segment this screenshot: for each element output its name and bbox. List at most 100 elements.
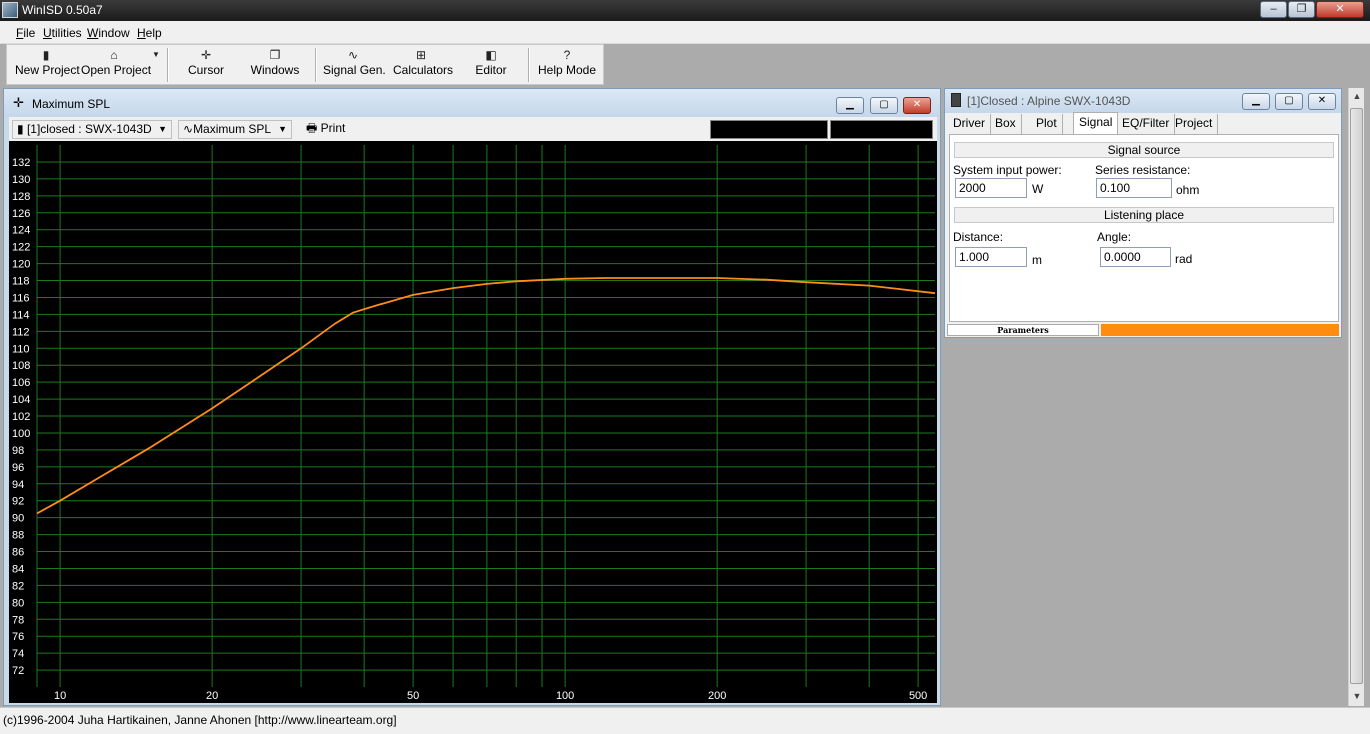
chart-window-titlebar: ✛ Maximum SPL ▁ ▢ ✕ [4,89,940,117]
minimize-button[interactable]: – [1260,1,1287,18]
y-tick-label: 98 [12,445,24,457]
y-tick-label: 100 [12,428,30,440]
restore-button[interactable]: ❐ [1288,1,1315,18]
copyright-text: (c)1996-2004 Juha Hartikainen, Janne Aho… [3,713,397,727]
y-tick-label: 88 [12,530,24,542]
props-close-button[interactable]: ✕ [1308,93,1336,110]
toolbar: ▮ New Project ⌂ Open Project ▼ ✛ Cursor … [6,44,604,85]
resistance-input[interactable]: 0.100 [1096,178,1172,198]
y-tick-label: 126 [12,208,30,220]
y-tick-label: 82 [12,580,24,592]
spl-chart[interactable]: 72 74 76 78 80 82 84 86 88 90 92 94 96 98 100 102 104 106… [9,141,937,703]
new-project-button[interactable]: ▮ New Project [15,47,80,83]
new-project-icon: ▮ [42,48,50,62]
cursor-readout-box [710,120,828,139]
y-tick-label: 84 [12,563,24,575]
y-tick-label: 74 [12,648,24,660]
app-titlebar: WinISD 0.50a7 – ❐ ✕ [0,0,1370,21]
chevron-down-icon: ▼ [278,124,287,134]
scroll-up-icon[interactable]: ▲ [1349,88,1365,104]
y-tick-label: 130 [12,174,30,186]
tab-plot[interactable]: Plot [1031,114,1063,134]
y-tick-label: 86 [12,547,24,559]
crosshair-icon: ✛ [13,95,24,110]
chart-toolbar: ▮ [1]closed : SWX-1043D ▼ ∿Maximum SPL ▼… [9,117,937,141]
y-tick-label: 92 [12,496,24,508]
open-project-dropdown[interactable]: ▼ [150,47,162,83]
crosshair-icon: ✛ [200,48,212,62]
app-icon [2,2,18,18]
toolbar-separator [315,48,317,82]
windows-button[interactable]: ❐ Windows [247,47,303,83]
y-tick-label: 114 [12,309,30,321]
dropdown-arrow-icon: ▼ [152,50,160,59]
tab-box[interactable]: Box [990,114,1022,134]
menu-help[interactable]: Help [137,26,162,40]
props-minimize-button[interactable]: ▁ [1242,93,1270,110]
max-spl-window: ✛ Maximum SPL ▁ ▢ ✕ ▮ [1]closed : SWX-10… [3,88,941,706]
x-tick-label: 20 [206,690,218,702]
y-tick-label: 76 [12,631,24,643]
toolbar-separator [528,48,530,82]
cursor-button[interactable]: ✛ Cursor [181,47,231,83]
y-tick-label: 104 [12,394,30,406]
distance-label: Distance: [953,230,1004,244]
y-tick-label: 118 [12,276,30,288]
parameters-label: Parameters [947,324,1099,336]
tab-project[interactable]: Project [1170,114,1219,134]
project-select[interactable]: ▮ [1]closed : SWX-1043D ▼ [12,120,172,139]
signal-gen-button[interactable]: ∿ Signal Gen. [323,47,386,83]
editor-button[interactable]: ◧ Editor [471,47,511,83]
chevron-down-icon: ▼ [158,124,167,134]
props-restore-button[interactable]: ▢ [1275,93,1303,110]
y-tick-label: 124 [12,225,30,237]
props-status-bar: Parameters [945,324,1341,336]
plot-type-select[interactable]: ∿Maximum SPL ▼ [178,120,292,139]
resistance-label: Series resistance: [1095,163,1191,177]
distance-input[interactable]: 1.000 [955,247,1027,267]
tab-eq-filter[interactable]: EQ/Filter [1117,114,1176,134]
scroll-down-icon[interactable]: ▼ [1349,688,1365,704]
menu-window[interactable]: Window [87,26,130,40]
spl-series-line [36,277,936,515]
y-tick-label: 128 [12,191,30,203]
windows-icon: ❐ [269,48,281,62]
speaker-icon: ▮ [17,122,27,136]
sine-wave-icon: ∿ [183,122,194,136]
y-tick-label: 122 [12,242,30,254]
vertical-scrollbar[interactable]: ▲ ▼ [1348,88,1364,706]
x-tick-label: 100 [556,690,574,702]
chart-restore-button[interactable]: ▢ [870,97,898,114]
props-window-titlebar: [1]Closed : Alpine SWX-1043D ▁ ▢ ✕ [945,89,1341,113]
speaker-icon: ◧ [485,48,497,62]
y-tick-label: 106 [12,377,30,389]
chart-close-button[interactable]: ✕ [903,97,931,114]
x-tick-label: 500 [909,690,927,702]
open-project-button[interactable]: ⌂ Open Project [81,47,151,83]
plot-area[interactable]: 72 74 76 78 80 82 84 86 88 90 92 94 96 98 100 102 104 106… [9,141,937,703]
chart-minimize-button[interactable]: ▁ [836,97,864,114]
y-tick-label: 110 [12,343,30,355]
print-button[interactable]: 🖶 Print [302,120,356,139]
project-properties-window: [1]Closed : Alpine SWX-1043D ▁ ▢ ✕ Drive… [944,88,1342,338]
tab-driver[interactable]: Driver [948,114,991,134]
status-bar: (c)1996-2004 Juha Hartikainen, Janne Aho… [0,707,1370,734]
menu-file[interactable]: File [16,26,35,40]
close-button[interactable]: ✕ [1316,1,1364,18]
angle-label: Angle: [1097,230,1132,244]
angle-input[interactable]: 0.0000 [1100,247,1171,267]
x-tick-label: 50 [407,690,419,702]
power-unit: W [1032,182,1044,196]
y-tick-label: 80 [12,597,24,609]
menu-utilities[interactable]: Utilities [43,26,82,40]
cursor-readout-box [830,120,933,139]
mdi-background [944,338,1347,706]
tab-signal[interactable]: Signal [1073,112,1119,134]
scroll-thumb[interactable] [1350,108,1363,684]
power-input[interactable]: 2000 [955,178,1027,198]
calculators-button[interactable]: ⊞ Calculators [393,47,453,83]
help-mode-button[interactable]: ? Help Mode [538,47,596,83]
printer-icon: 🖶 [306,121,321,135]
power-label: System input power: [953,163,1062,177]
y-tick-label: 108 [12,360,30,372]
